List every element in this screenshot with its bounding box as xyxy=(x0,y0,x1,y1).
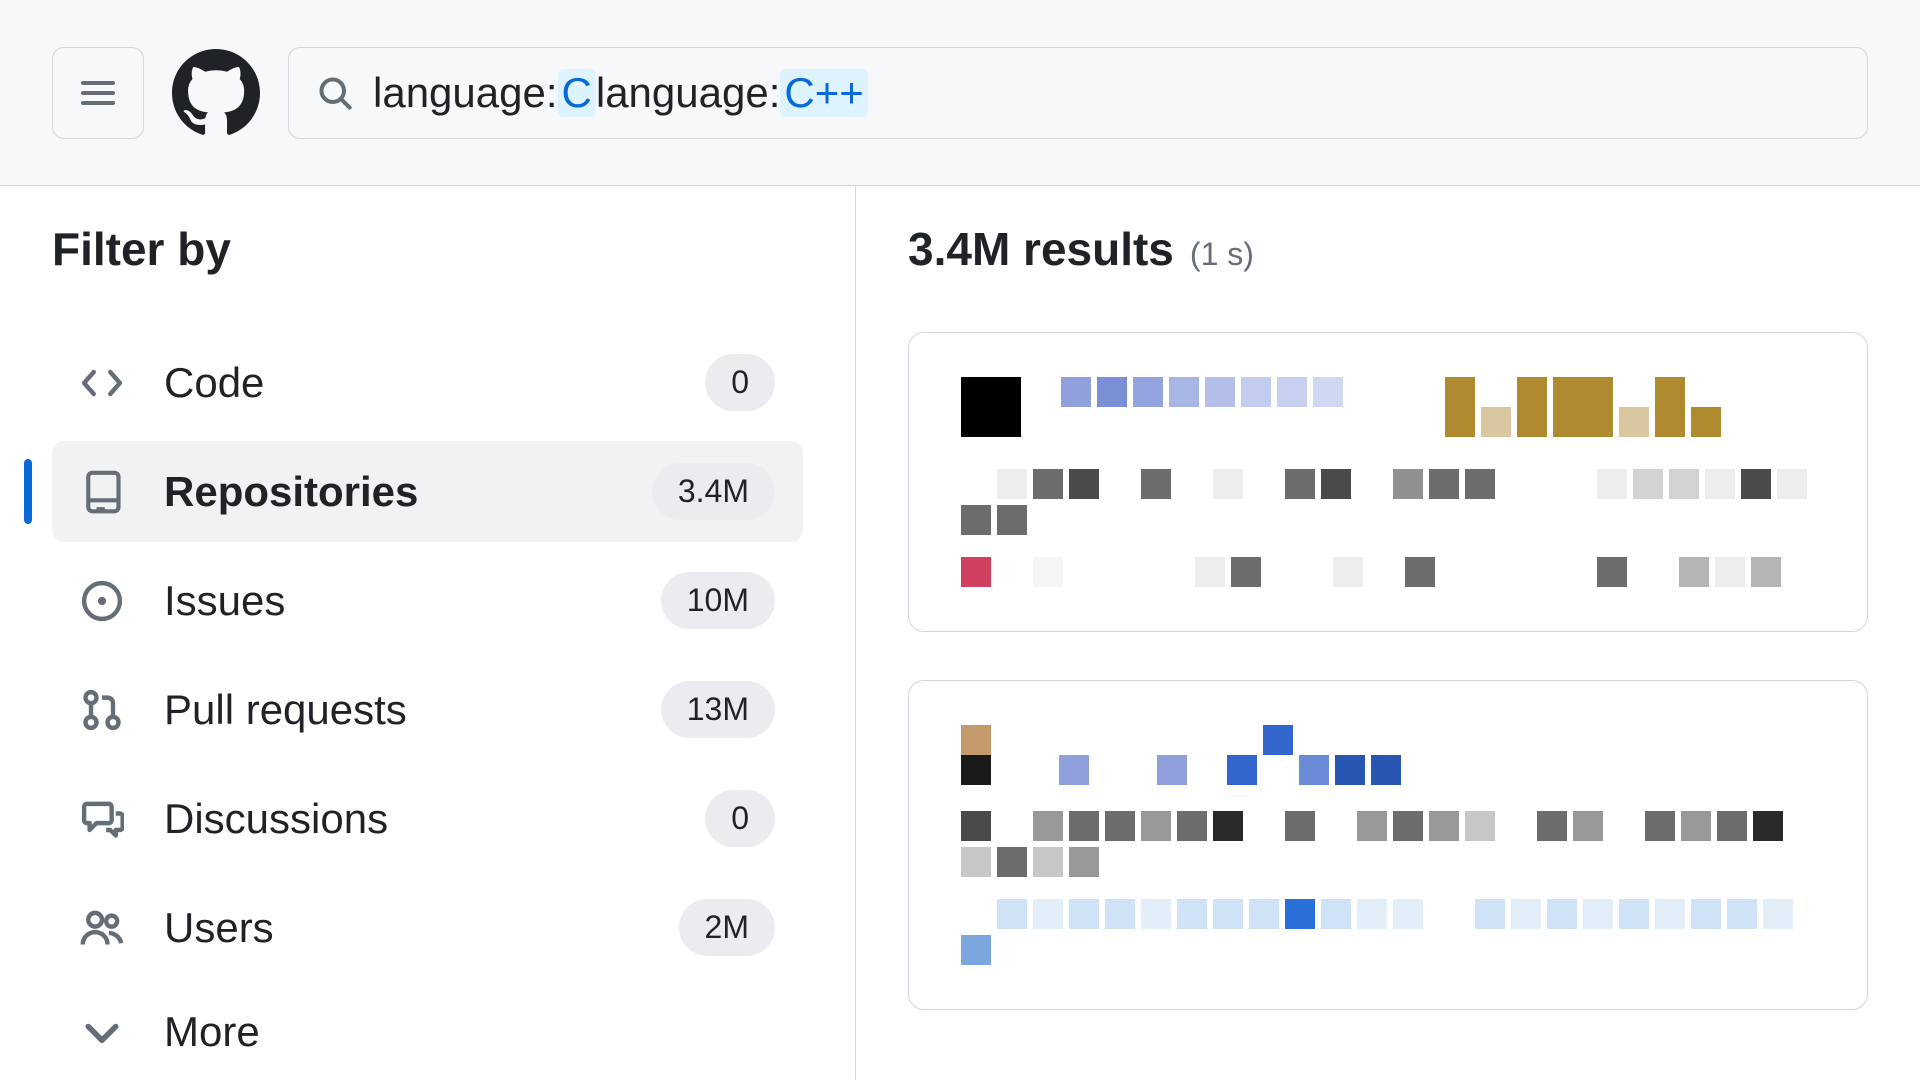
filter-label: Users xyxy=(164,904,639,952)
obscured-content xyxy=(961,469,1815,535)
obscured-content xyxy=(961,811,1815,877)
pull-request-icon xyxy=(80,688,124,732)
filter-label: Repositories xyxy=(164,468,612,516)
obscured-content xyxy=(961,557,1815,587)
filter-item-repositories[interactable]: Repositories 3.4M xyxy=(52,441,803,542)
chevron-down-icon xyxy=(80,1010,124,1054)
search-input[interactable]: language:C language:C++ xyxy=(288,47,1868,139)
search-query: language:C language:C++ xyxy=(373,69,868,117)
filter-count: 13M xyxy=(661,681,775,738)
search-prefix: language: xyxy=(596,69,781,117)
filter-label: Pull requests xyxy=(164,686,621,734)
filter-count: 2M xyxy=(679,899,775,956)
filter-item-code[interactable]: Code 0 xyxy=(52,332,803,433)
obscured-content xyxy=(961,377,1815,437)
results-time: (1 s) xyxy=(1190,236,1254,273)
filter-label: Code xyxy=(164,359,665,407)
filter-item-more[interactable]: More xyxy=(52,986,803,1078)
discussions-icon xyxy=(80,797,124,841)
filter-count: 0 xyxy=(705,790,775,847)
search-highlight: C xyxy=(558,69,596,117)
code-icon xyxy=(80,361,124,405)
github-logo[interactable] xyxy=(172,49,260,137)
filter-item-issues[interactable]: Issues 10M xyxy=(52,550,803,651)
filter-label: Issues xyxy=(164,577,621,625)
search-highlight: C++ xyxy=(780,69,867,117)
repo-icon xyxy=(80,470,124,514)
filter-item-discussions[interactable]: Discussions 0 xyxy=(52,768,803,869)
github-icon xyxy=(172,49,260,137)
filter-count: 0 xyxy=(705,354,775,411)
result-card[interactable] xyxy=(908,332,1868,632)
hamburger-icon xyxy=(78,73,118,113)
obscured-content xyxy=(961,899,1815,965)
search-icon xyxy=(317,75,353,111)
header: language:C language:C++ xyxy=(0,0,1920,186)
menu-button[interactable] xyxy=(52,47,144,139)
filter-title: Filter by xyxy=(52,222,803,276)
filter-item-pull-requests[interactable]: Pull requests 13M xyxy=(52,659,803,760)
content: Filter by Code 0 Repositories 3.4M xyxy=(0,186,1920,1080)
obscured-content xyxy=(961,725,1815,785)
filter-item-users[interactable]: Users 2M xyxy=(52,877,803,978)
result-card[interactable] xyxy=(908,680,1868,1010)
users-icon xyxy=(80,906,124,950)
results-count: 3.4M results xyxy=(908,222,1174,276)
issues-icon xyxy=(80,579,124,623)
results-header: 3.4M results (1 s) xyxy=(908,222,1868,276)
filter-label: More xyxy=(164,1008,775,1056)
sidebar: Filter by Code 0 Repositories 3.4M xyxy=(0,186,856,1080)
filter-label: Discussions xyxy=(164,795,665,843)
search-prefix: language: xyxy=(373,69,558,117)
main: 3.4M results (1 s) xyxy=(856,186,1920,1080)
filter-count: 3.4M xyxy=(652,463,775,520)
filter-count: 10M xyxy=(661,572,775,629)
